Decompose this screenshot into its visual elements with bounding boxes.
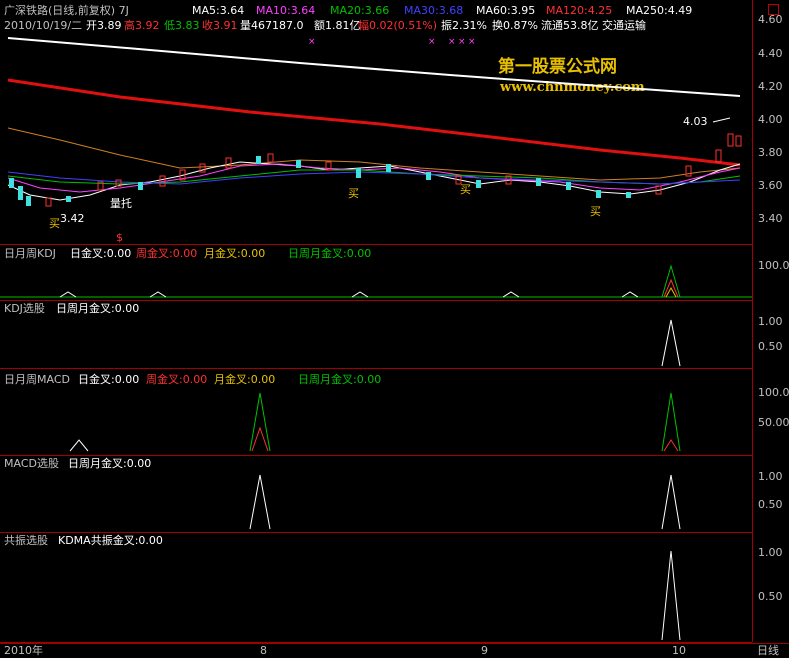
resonance-kdma-cross: KDMA共振金叉:0.00 xyxy=(58,534,163,547)
macd-week-tick: 100.0 xyxy=(758,386,789,399)
price-tick: 4.00 xyxy=(758,113,783,126)
svg-text:×: × xyxy=(468,37,476,47)
kdj-week-month-cross: 月金叉:0.00 xyxy=(204,247,266,260)
low-price-annotation: 3.42 xyxy=(60,212,85,225)
price-tick: 3.40 xyxy=(758,212,783,225)
buy-signal-label: 买 xyxy=(348,187,359,200)
time-month-8: 8 xyxy=(260,644,267,657)
macd-pick-all-cross: 日周月金叉:0.00 xyxy=(68,457,152,470)
volume-hint-label: 量托 xyxy=(110,197,132,210)
resonance-tick: 0.50 xyxy=(758,590,783,603)
buy-signal-label: 买 xyxy=(590,205,601,218)
price-tick: 4.20 xyxy=(758,80,783,93)
kdj-pick-title: KDJ选股 xyxy=(4,302,45,315)
ma10-line xyxy=(7,163,741,193)
macd-week-title: 日月周MACD xyxy=(4,373,70,386)
kdj-week-tick: 100.0 xyxy=(758,259,789,272)
buy-signal-label: 买 xyxy=(460,183,471,196)
svg-text:×: × xyxy=(448,37,456,47)
time-axis-bar xyxy=(0,643,789,658)
ma250-line xyxy=(7,37,741,97)
macd-pick-axis xyxy=(752,455,789,532)
resonance-tick: 1.00 xyxy=(758,546,783,559)
macd-week-all-cross: 日周月金叉:0.00 xyxy=(298,373,382,386)
time-year-label: 2010年 xyxy=(4,644,43,657)
high-price-annotation: 4.03 xyxy=(683,115,708,128)
price-tick: 3.60 xyxy=(758,179,783,192)
ma120-line xyxy=(7,78,741,167)
macd-week-axis xyxy=(752,368,789,455)
macd-week-day-cross: 日金叉:0.00 xyxy=(78,373,140,386)
resonance-title: 共振选股 xyxy=(4,534,48,547)
price-tick: 3.80 xyxy=(758,146,783,159)
kdj-pick-tick: 1.00 xyxy=(758,315,783,328)
macd-pick-title: MACD选股 xyxy=(4,457,59,470)
macd-pick-tick: 1.00 xyxy=(758,470,783,483)
buy-signal-label: 买 xyxy=(49,217,60,230)
svg-text:×: × xyxy=(308,37,316,47)
kdj-pick-axis xyxy=(752,300,789,368)
price-tick: 4.60 xyxy=(758,13,783,26)
kdj-week-axis xyxy=(752,244,789,300)
kdj-pick-tick: 0.50 xyxy=(758,340,783,353)
svg-text:×: × xyxy=(458,37,466,47)
time-month-10: 10 xyxy=(672,644,686,657)
resonance-panel[interactable] xyxy=(0,532,752,643)
macd-week-month-cross: 月金叉:0.00 xyxy=(214,373,276,386)
price-tick: 4.40 xyxy=(758,47,783,60)
kdj-week-all-cross: 日周月金叉:0.00 xyxy=(288,247,372,260)
period-selector[interactable]: 日线 xyxy=(757,645,779,657)
signal-markers: × × × × × xyxy=(308,37,476,47)
candlesticks xyxy=(9,133,742,207)
macd-week-tick: 50.00 xyxy=(758,416,789,429)
kdj-week-title: 日月周KDJ xyxy=(4,247,56,260)
svg-text:×: × xyxy=(428,37,436,47)
macd-week-week-cross: 周金叉:0.00 xyxy=(146,373,208,386)
ma30-line xyxy=(7,171,741,185)
sell-signal-marker: $ xyxy=(116,231,123,244)
kdj-pick-all-cross: 日周月金叉:0.00 xyxy=(56,302,140,315)
kdj-week-day-cross: 日金叉:0.00 xyxy=(70,247,132,260)
macd-pick-tick: 0.50 xyxy=(758,498,783,511)
time-month-9: 9 xyxy=(481,644,488,657)
kdj-week-week-cross: 周金叉:0.00 xyxy=(136,247,198,260)
